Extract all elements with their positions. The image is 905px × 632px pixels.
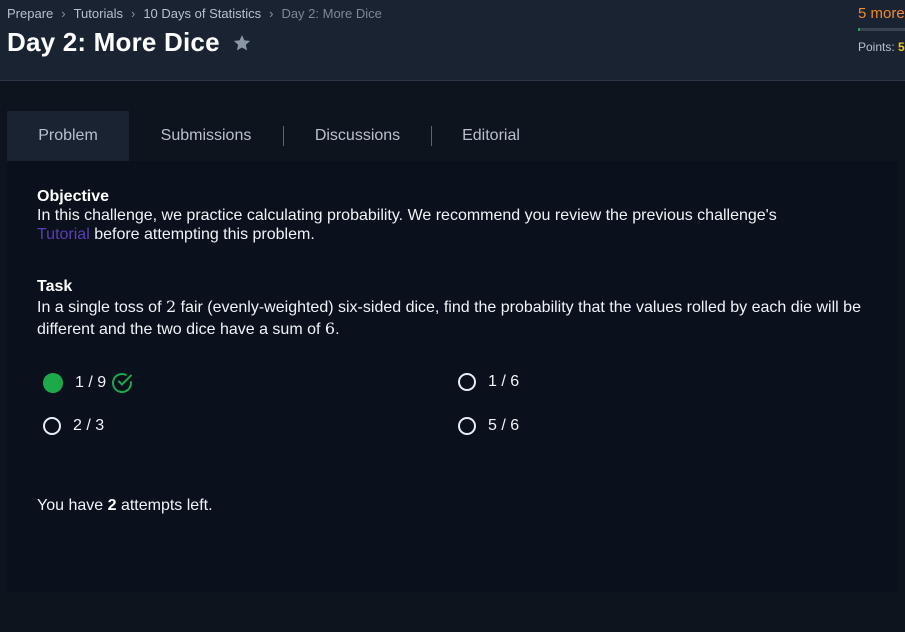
option-1-6[interactable]: 1 / 6 <box>458 373 519 391</box>
radio-unselected[interactable] <box>458 417 476 435</box>
option-label: 1 / 9 <box>75 374 107 391</box>
tab-submissions[interactable]: Submissions <box>129 111 283 161</box>
breadcrumb-current: Day 2: More Dice <box>281 6 382 21</box>
top-header: Prepare › Tutorials › 10 Days of Statistics ›… <box>0 0 905 81</box>
option-2-3[interactable]: 2 / 3 <box>43 417 104 435</box>
task-text: In a single toss of 2 fair (evenly-weigh… <box>37 297 861 338</box>
tab-problem[interactable]: Problem <box>7 111 129 161</box>
progress-bar <box>858 28 905 31</box>
problem-statement: Objective In this challenge, we practice… <box>37 187 867 340</box>
objective-heading: Objective <box>37 188 110 205</box>
option-5-6[interactable]: 5 / 6 <box>458 417 519 435</box>
answer-options: 1 / 9 1 / 6 2 / 3 5 / 6 <box>36 369 736 459</box>
math-number: 2 <box>165 297 177 316</box>
chevron-right-icon: › <box>61 6 66 21</box>
objective-text: In this challenge, we practice calculati… <box>37 207 777 243</box>
chevron-right-icon: › <box>269 6 274 21</box>
attempts-left: You have 2 attempts left. <box>37 497 213 514</box>
points-label: Points: <box>858 40 895 54</box>
option-label: 2 / 3 <box>73 417 105 434</box>
breadcrumb-item-tutorials[interactable]: Tutorials <box>74 6 123 21</box>
math-number: 6 <box>324 319 336 338</box>
attempts-count: 2 <box>107 497 117 514</box>
radio-unselected[interactable] <box>458 373 476 391</box>
chevron-right-icon: › <box>130 6 136 21</box>
tutorial-link[interactable]: Tutorial <box>37 226 90 243</box>
check-circle-icon <box>112 373 133 393</box>
more-challenges-link[interactable]: 5 more <box>858 5 905 22</box>
option-label: 5 / 6 <box>488 417 520 434</box>
points-value: 5 <box>898 40 905 54</box>
tab-discussions[interactable]: Discussions <box>284 111 431 161</box>
option-1-9[interactable]: 1 / 9 <box>43 371 134 395</box>
star-icon[interactable] <box>232 33 252 53</box>
title-row: Day 2: More Dice <box>7 27 252 58</box>
tab-bar: Problem Submissions Discussions Editoria… <box>7 111 898 161</box>
task-heading: Task <box>37 278 73 295</box>
points-display: Points: 5 <box>858 40 905 54</box>
breadcrumb-item-10-days-of-statistics[interactable]: 10 Days of Statistics <box>143 6 261 21</box>
breadcrumb: Prepare › Tutorials › 10 Days of Statistics ›… <box>7 6 382 21</box>
option-label: 1 / 6 <box>488 373 520 390</box>
breadcrumb-item-prepare[interactable]: Prepare <box>7 6 53 21</box>
progress-bar-fill <box>858 28 861 31</box>
radio-selected[interactable] <box>43 373 63 393</box>
page-title: Day 2: More Dice <box>7 27 220 57</box>
radio-unselected[interactable] <box>43 417 61 435</box>
tab-editorial[interactable]: Editorial <box>432 111 550 161</box>
